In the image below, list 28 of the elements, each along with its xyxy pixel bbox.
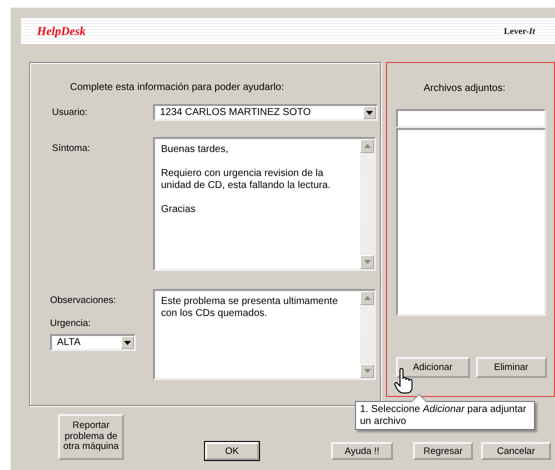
user-dropdown[interactable]: 1234 CARLOS MARTINEZ SOTO (153, 104, 378, 121)
field-label: Usuario: (52, 107, 88, 118)
observations-field[interactable]: Este problema se presenta ultimamente con los CDs quemados. (153, 289, 376, 380)
scroll-up-icon[interactable] (360, 139, 374, 153)
dialog-button[interactable]: OK (205, 442, 259, 460)
field-label: Observaciones: (50, 295, 118, 306)
field-label: Urgencia: (50, 318, 92, 329)
file-input-field[interactable] (396, 109, 546, 128)
attachments-label: Archivos adjuntos: (424, 83, 506, 94)
attachments-list[interactable] (396, 128, 546, 316)
scrollbar[interactable] (360, 139, 374, 269)
dialog-button[interactable]: Cancelar (481, 442, 551, 460)
scroll-down-icon[interactable] (360, 255, 374, 269)
scrollbar[interactable] (360, 291, 374, 378)
field-label: Síntoma: (52, 142, 92, 156)
intro-text: Complete esta información para poder ayudarlo: (70, 82, 286, 93)
attachment-button[interactable]: Adicionar (396, 357, 470, 378)
attachment-button[interactable]: Eliminar (476, 357, 547, 378)
symptom-field[interactable]: Buenas tardes, Requiero con urgencia revision de la unidad de CD, esta fallando la lectura. Gracias (153, 137, 376, 271)
scroll-up-icon[interactable] (360, 291, 374, 305)
dialog-button[interactable]: Ayuda !! (331, 442, 393, 460)
scroll-down-icon[interactable] (360, 364, 374, 378)
logo: Lever-It (504, 26, 535, 36)
report-button[interactable]: Reportar problema de otra máquina (58, 414, 124, 460)
dialog-button[interactable]: Regresar (413, 442, 473, 460)
urgency-dropdown[interactable]: ALTA (50, 334, 136, 351)
tooltip-text: 1. Seleccione Adicionar para adjuntar un archivo (360, 404, 526, 426)
app-title: HelpDesk (37, 24, 86, 38)
